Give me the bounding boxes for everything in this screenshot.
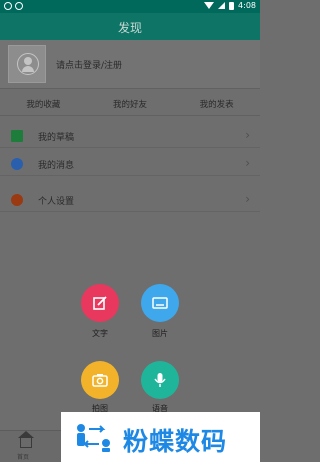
wifi-icon	[204, 2, 215, 9]
avatar-head	[24, 57, 32, 65]
chevron-right-icon: ›	[245, 128, 250, 142]
chevron-right-icon: ›	[245, 192, 250, 206]
profile-tabs: 我的收藏 我的好友 我的发表	[0, 88, 260, 116]
edit-icon	[93, 296, 107, 310]
tab-favorites[interactable]: 我的收藏	[0, 89, 87, 115]
home-label[interactable]: 首页	[17, 452, 29, 461]
profile-header[interactable]: 请点击登录/注册	[0, 40, 260, 88]
notification-icon	[4, 2, 12, 10]
text-post-button[interactable]	[81, 284, 119, 322]
menu-item-label: 我的消息	[38, 161, 75, 171]
menu-item-label: 个人设置	[38, 197, 75, 207]
menu-item-settings[interactable]: 个人设置 ›	[0, 188, 260, 212]
draft-icon	[11, 130, 23, 142]
menu-item-messages[interactable]: 我的消息 ›	[0, 152, 260, 176]
watermark-text: 粉蝶数码	[123, 427, 228, 456]
avatar-body	[22, 66, 34, 72]
avatar[interactable]	[8, 45, 46, 83]
voice-post-button[interactable]	[141, 361, 179, 399]
menu-item-drafts[interactable]: 我的草稿 ›	[0, 124, 260, 148]
photo-post-button[interactable]	[81, 361, 119, 399]
notification-icon	[15, 2, 23, 10]
tab-friends[interactable]: 我的好友	[87, 89, 174, 115]
message-icon	[11, 158, 23, 170]
camera-icon	[92, 374, 108, 387]
tab-posts[interactable]: 我的发表	[173, 89, 260, 115]
home-icon-body[interactable]	[20, 437, 32, 448]
chevron-right-icon: ›	[245, 156, 250, 170]
app-bar: 发现	[0, 13, 260, 40]
settings-icon	[11, 194, 23, 206]
image-post-label: 图片	[152, 329, 168, 338]
page-title: 发现	[117, 21, 142, 35]
image-post-button[interactable]	[141, 284, 179, 322]
status-time: 4:08	[238, 1, 256, 10]
watermark: 粉蝶数码	[61, 412, 260, 462]
battery-icon	[229, 1, 235, 10]
menu-item-label: 我的草稿	[38, 133, 75, 143]
signal-icon	[218, 2, 226, 9]
text-post-label: 文字	[92, 329, 108, 338]
image-icon	[152, 297, 168, 309]
watermark-logo-icon	[77, 424, 110, 452]
microphone-icon	[154, 373, 166, 387]
status-bar: 4:08	[0, 0, 260, 13]
login-link[interactable]: 请点击登录/注册	[56, 58, 122, 71]
